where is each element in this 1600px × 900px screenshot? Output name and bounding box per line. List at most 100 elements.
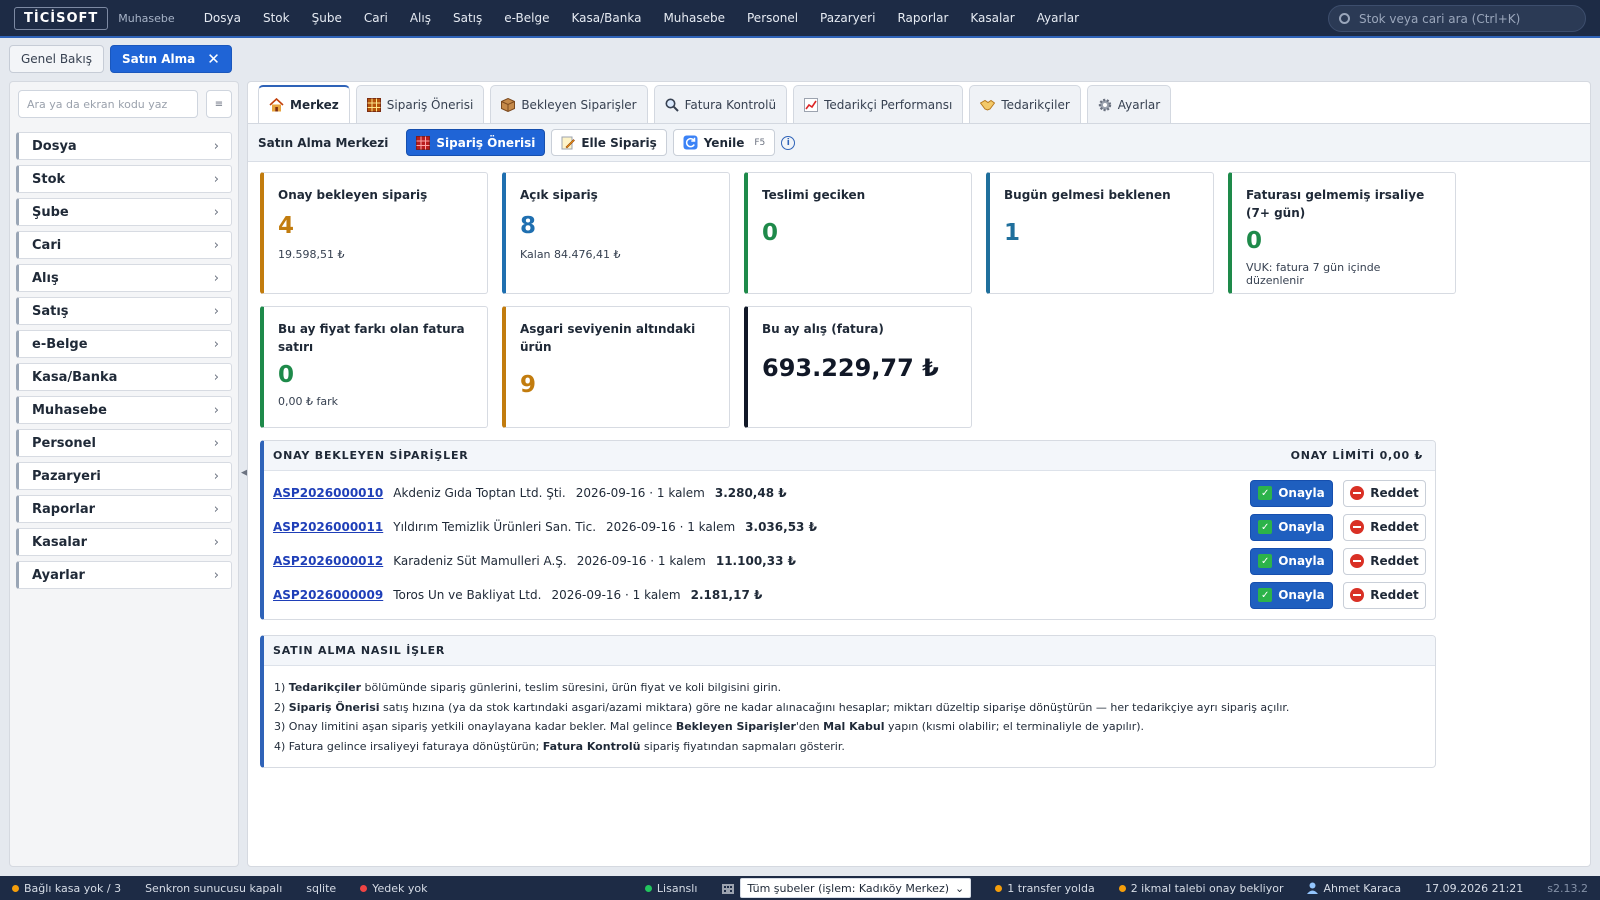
topnav-dosya[interactable]: Dosya: [193, 11, 252, 25]
select-value: Tüm şubeler (işlem: Kadıköy Merkez): [747, 881, 950, 895]
app-logo[interactable]: TİCİSOFT: [14, 6, 109, 30]
howto-step: 3) Onay limitini aşan sipariş yetkili on…: [274, 717, 1425, 737]
kpi-sub: 19.598,51 ₺: [278, 248, 345, 261]
kpi-card-fiyat-farki[interactable]: Bu ay fiyat farkı olan fatura satırı 0 0…: [260, 306, 488, 428]
tab-ayarlar[interactable]: Ayarlar: [1086, 85, 1172, 123]
reject-button[interactable]: Reddet: [1343, 547, 1426, 575]
sidebar-item-label: Kasa/Banka: [32, 369, 118, 385]
tab-satin-alma[interactable]: Satın Alma ✕: [109, 45, 232, 73]
refresh-button[interactable]: Yenile F5: [672, 129, 776, 156]
topnav-stok[interactable]: Stok: [252, 11, 301, 25]
chevron-right-icon: ›: [213, 270, 219, 286]
topnav-raporlar[interactable]: Raporlar: [886, 11, 959, 25]
status-transfer[interactable]: 1 transfer yolda: [983, 882, 1106, 895]
topnav-ayarlar[interactable]: Ayarlar: [1026, 11, 1090, 25]
chevron-right-icon: ›: [213, 534, 219, 550]
kpi-card-bu-ay-alis[interactable]: Bu ay alış (fatura) 693.229,77 ₺: [744, 306, 972, 428]
status-ikmal[interactable]: 2 ikmal talebi onay bekliyor: [1107, 882, 1296, 895]
sidebar-item-personel[interactable]: Personel ›: [16, 429, 232, 457]
module-name: Muhasebe: [118, 11, 175, 25]
kpi-card-faturasi-gelmemis[interactable]: Faturası gelmemiş irsaliye (7+ gün) 0 VU…: [1228, 172, 1456, 294]
kpi-value: 693.229,77 ₺: [762, 354, 939, 382]
check-icon: ✓: [1258, 588, 1273, 602]
elle-siparis-button[interactable]: Elle Sipariş: [551, 129, 667, 156]
global-search-input[interactable]: Stok veya cari ara (Ctrl+K): [1328, 5, 1586, 32]
tab-genel-bakis[interactable]: Genel Bakış: [9, 45, 104, 73]
sidebar-item-kasa-banka[interactable]: Kasa/Banka ›: [16, 363, 232, 391]
order-code-link[interactable]: ASP2026000009: [273, 588, 383, 602]
topnav-sube[interactable]: Şube: [301, 11, 353, 25]
close-icon[interactable]: ✕: [207, 50, 220, 68]
status-text: Ahmet Karaca: [1323, 881, 1402, 895]
topnav-kasalar[interactable]: Kasalar: [959, 11, 1025, 25]
topnav-personel[interactable]: Personel: [736, 11, 809, 25]
tab-fatura-kontrolu[interactable]: Fatura Kontrolü: [653, 85, 788, 123]
tab-tedarikciler[interactable]: Tedarikçiler: [969, 85, 1081, 123]
menu-icon[interactable]: ≡: [206, 90, 232, 118]
sidebar-item-sube[interactable]: Şube ›: [16, 198, 232, 226]
sidebar-item-stok[interactable]: Stok ›: [16, 165, 232, 193]
reject-button[interactable]: Reddet: [1343, 581, 1426, 609]
kpi-card-onay-bekleyen[interactable]: Onay bekleyen sipariş 4 19.598,51 ₺: [260, 172, 488, 294]
sidebar-item-label: Stok: [32, 171, 66, 187]
button-label: Onayla: [1278, 554, 1325, 568]
sidebar-item-kasalar[interactable]: Kasalar ›: [16, 528, 232, 556]
info-icon[interactable]: i: [781, 135, 796, 150]
tab-merkez[interactable]: Merkez: [258, 85, 350, 123]
approve-button[interactable]: ✓ Onayla: [1250, 513, 1333, 541]
sidebar-item-ayarlar[interactable]: Ayarlar ›: [16, 561, 232, 589]
topnav-pazaryeri[interactable]: Pazaryeri: [809, 11, 886, 25]
topnav-cari[interactable]: Cari: [353, 11, 399, 25]
kpi-card-asgari-seviye[interactable]: Asgari seviyenin altındaki ürün 9: [502, 306, 730, 428]
tab-bekleyen-siparisler[interactable]: Bekleyen Siparişler: [490, 85, 648, 123]
sidebar-item-raporlar[interactable]: Raporlar ›: [16, 495, 232, 523]
topnav-alis[interactable]: Alış: [399, 11, 442, 25]
no-entry-icon: [1350, 588, 1365, 602]
topnav-ebelge[interactable]: e-Belge: [493, 11, 560, 25]
branch-select[interactable]: Tüm şubeler (işlem: Kadıköy Merkez) ⌄: [740, 878, 972, 898]
approve-button[interactable]: ✓ Onayla: [1250, 547, 1333, 575]
order-code-link[interactable]: ASP2026000012: [273, 554, 383, 568]
sidebar-item-cari[interactable]: Cari ›: [16, 231, 232, 259]
tab-siparis-onerisi[interactable]: Sipariş Önerisi: [355, 85, 485, 123]
button-label: Onayla: [1278, 588, 1325, 602]
sidebar-item-dosya[interactable]: Dosya ›: [16, 132, 232, 160]
status-user[interactable]: Ahmet Karaca: [1295, 882, 1413, 895]
order-code-link[interactable]: ASP2026000010: [273, 486, 383, 500]
tab-tedarikci-performansi[interactable]: Tedarikçi Performansı: [793, 85, 964, 123]
status-db: sqlite: [294, 882, 348, 895]
order-code-link[interactable]: ASP2026000011: [273, 520, 383, 534]
sidebar-item-ebelge[interactable]: e-Belge ›: [16, 330, 232, 358]
topnav-kasa-banka[interactable]: Kasa/Banka: [560, 11, 652, 25]
kpi-card-teslimi-geciken[interactable]: Teslimi geciken 0: [744, 172, 972, 294]
module-toolbar: Satın Alma Merkezi Sipariş Önerisi Elle …: [248, 124, 1590, 162]
kpi-sub: Kalan 84.476,41 ₺: [520, 248, 621, 261]
topnav-satis[interactable]: Satış: [442, 11, 493, 25]
howto-step: 2) Sipariş Önerisi satış hızına (ya da s…: [274, 698, 1425, 718]
approve-button[interactable]: ✓ Onayla: [1250, 581, 1333, 609]
siparis-onerisi-button[interactable]: Sipariş Önerisi: [406, 129, 546, 156]
reject-button[interactable]: Reddet: [1343, 479, 1426, 507]
sidebar-item-pazaryeri[interactable]: Pazaryeri ›: [16, 462, 232, 490]
chevron-right-icon: ›: [213, 237, 219, 253]
howto-step: 1) Tedarikçiler bölümünde sipariş günler…: [274, 678, 1425, 698]
sidebar-item-alis[interactable]: Alış ›: [16, 264, 232, 292]
kpi-card-acik-siparis[interactable]: Açık sipariş 8 Kalan 84.476,41 ₺: [502, 172, 730, 294]
order-amount: 3.036,53 ₺: [745, 520, 817, 534]
topnav-muhasebe[interactable]: Muhasebe: [652, 11, 736, 25]
sidebar-item-muhasebe[interactable]: Muhasebe ›: [16, 396, 232, 424]
order-meta: 2026-09-16 · 1 kalem: [606, 520, 736, 534]
table-row: ASP2026000012 Karadeniz Süt Mamulleri A.…: [264, 544, 1435, 578]
top-nav: Dosya Stok Şube Cari Alış Satış e-Belge …: [193, 11, 1090, 25]
building-icon: [722, 884, 735, 894]
grid-icon: [416, 135, 431, 150]
kpi-label: Teslimi geciken: [762, 188, 866, 202]
kpi-label: Faturası gelmemiş irsaliye (7+ gün): [1246, 188, 1425, 220]
sidebar-search-input[interactable]: Ara ya da ekran kodu yaz: [18, 90, 198, 118]
sidebar-item-satis[interactable]: Satış ›: [16, 297, 232, 325]
step-text: bölümünde sipariş günlerini, teslim süre…: [361, 681, 782, 694]
step-text: 'den: [795, 720, 824, 733]
kpi-card-bugun-beklenen[interactable]: Bugün gelmesi beklenen 1: [986, 172, 1214, 294]
approve-button[interactable]: ✓ Onayla: [1250, 479, 1333, 507]
reject-button[interactable]: Reddet: [1343, 513, 1426, 541]
